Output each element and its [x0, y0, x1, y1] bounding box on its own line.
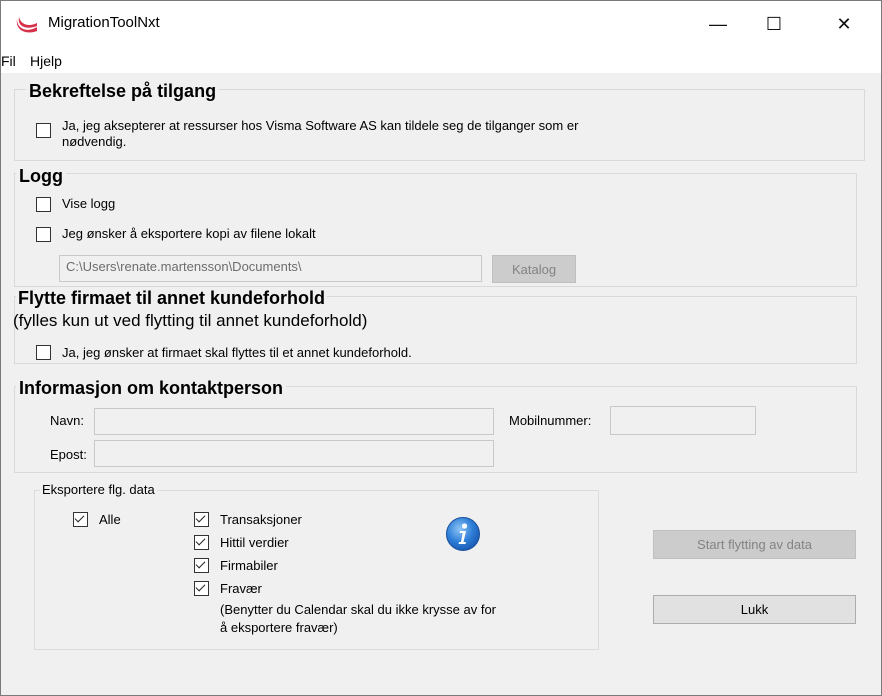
email-field[interactable]	[94, 440, 494, 467]
minimize-icon: —	[709, 13, 727, 34]
all-checkbox[interactable]	[73, 512, 88, 527]
name-field[interactable]	[94, 408, 494, 435]
menu-bar	[1, 47, 881, 73]
app-logo-icon	[16, 17, 37, 33]
title-bar: MigrationToolNxt — ☐ ✕	[1, 1, 881, 47]
transactions-checkbox[interactable]	[194, 512, 209, 527]
show-log-checkbox[interactable]	[36, 197, 51, 212]
log-path-field[interactable]: C:\Users\renate.martensson\Documents\	[59, 255, 482, 282]
move-subheading: (fylles kun ut ved flytting til annet ku…	[13, 311, 368, 330]
move-checkbox-label: Ja, jeg ønsker at firmaet skal flyttes t…	[62, 345, 412, 360]
access-heading: Bekreftelse på tilgang	[26, 81, 220, 101]
export-copy-label: Jeg ønsker å eksportere kopi av filene l…	[62, 226, 316, 241]
name-label: Navn:	[50, 413, 84, 428]
access-checkbox-label-line2: nødvendig.	[62, 134, 127, 149]
maximize-icon: ☐	[765, 13, 783, 34]
absence-note-line2: å eksportere fravær)	[220, 620, 338, 635]
catalog-button[interactable]: Katalog	[492, 255, 576, 283]
company-cars-checkbox[interactable]	[194, 558, 209, 573]
close-button[interactable]: Lukk	[653, 595, 856, 624]
export-copy-checkbox[interactable]	[36, 227, 51, 242]
window-title: MigrationToolNxt	[48, 14, 160, 31]
access-checkbox[interactable]	[36, 123, 51, 138]
access-checkbox-label-line1: Ja, jeg aksepterer at ressurser hos Vism…	[62, 118, 579, 133]
log-heading: Logg	[16, 166, 66, 186]
show-log-label: Vise logg	[62, 196, 116, 211]
close-icon: ✕	[836, 13, 852, 34]
history-label: Hittil verdier	[220, 535, 289, 550]
all-label: Alle	[99, 512, 121, 527]
mobile-label: Mobilnummer:	[509, 413, 592, 428]
transactions-label: Transaksjoner	[220, 512, 302, 527]
history-checkbox[interactable]	[194, 535, 209, 550]
menu-file[interactable]: Fil	[1, 53, 16, 69]
main-window: MigrationToolNxt — ☐ ✕ Fil Hjelp Bekreft…	[0, 0, 882, 696]
company-cars-label: Firmabiler	[220, 558, 278, 573]
export-legend: Eksportere flg. data	[40, 482, 157, 497]
info-icon[interactable]	[445, 516, 481, 552]
move-checkbox[interactable]	[36, 345, 51, 360]
email-label: Epost:	[50, 447, 87, 462]
absence-note-line1: (Benytter du Calendar skal du ikke kryss…	[220, 602, 497, 617]
mobile-field[interactable]	[610, 406, 756, 435]
menu-help[interactable]: Hjelp	[30, 53, 62, 69]
absence-label: Fravær	[220, 581, 262, 596]
maximize-button[interactable]: ☐	[751, 1, 797, 47]
start-migration-button[interactable]: Start flytting av data	[653, 530, 856, 559]
contact-heading: Informasjon om kontaktperson	[16, 378, 287, 398]
minimize-button[interactable]: —	[695, 1, 741, 47]
close-window-button[interactable]: ✕	[821, 1, 867, 47]
absence-checkbox[interactable]	[194, 581, 209, 596]
move-heading: Flytte firmaet til annet kundeforhold	[16, 288, 328, 308]
